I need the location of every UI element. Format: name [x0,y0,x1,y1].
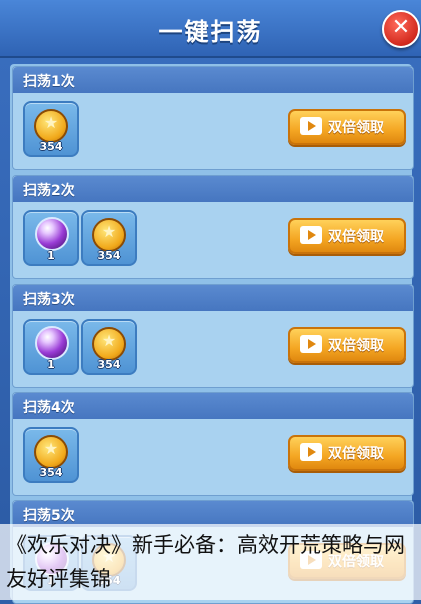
sweep-card-3: 扫荡3次 1 ★ 354 双倍领取 [12,284,414,388]
reward-item-coin[interactable]: ★ 354 [23,101,79,157]
gold-coin-icon: ★ [92,327,126,361]
reward-item-orb[interactable]: 1 [23,319,79,375]
item-quantity: 1 [47,249,55,262]
reward-item-coin[interactable]: ★ 354 [23,427,79,483]
reward-item-coin[interactable]: ★ 354 [81,210,137,266]
card-header: 扫荡3次 [13,285,413,311]
gold-coin-icon: ★ [34,109,68,143]
gold-coin-icon: ★ [92,218,126,252]
sweep-card-1: 扫荡1次 ★ 354 双倍领取 [12,66,414,170]
card-header: 扫荡1次 [13,67,413,93]
item-quantity: 354 [97,358,121,371]
item-quantity: 1 [47,358,55,371]
purple-orb-icon [35,326,69,360]
card-header: 扫荡2次 [13,176,413,202]
card-title: 扫荡3次 [23,292,75,308]
gold-coin-icon: ★ [34,435,68,469]
double-claim-button[interactable]: 双倍领取 [288,435,406,471]
video-play-icon [300,443,322,461]
item-quantity: 354 [39,466,63,479]
close-icon: ✕ [391,15,411,40]
card-title: 扫荡1次 [23,74,75,90]
double-claim-label: 双倍领取 [328,120,384,136]
sweep-card-2: 扫荡2次 1 ★ 354 双倍领取 [12,175,414,279]
card-header: 扫荡4次 [13,393,413,419]
video-play-icon [300,226,322,244]
card-title: 扫荡2次 [23,183,75,199]
purple-orb-icon [35,217,69,251]
double-claim-button[interactable]: 双倍领取 [288,109,406,145]
card-title: 扫荡4次 [23,400,75,416]
item-quantity: 354 [97,249,121,262]
double-claim-button[interactable]: 双倍领取 [288,218,406,254]
sweep-dialog: 一键扫荡 ✕ 扫荡1次 ★ 354 双倍领取 扫荡2次 1 ★ 354 双倍领取… [0,0,421,604]
card-title: 扫荡5次 [23,508,75,524]
double-claim-label: 双倍领取 [328,338,384,354]
double-claim-button[interactable]: 双倍领取 [288,327,406,363]
caption-text: 《欢乐对决》新手必备：高效开荒策略与网友好评集锦 [6,533,405,591]
close-button[interactable]: ✕ [382,10,420,48]
double-claim-label: 双倍领取 [328,446,384,462]
dialog-header: 一键扫荡 ✕ [0,0,421,58]
reward-item-orb[interactable]: 1 [23,210,79,266]
caption-overlay: 《欢乐对决》新手必备：高效开荒策略与网友好评集锦 [0,524,421,600]
item-quantity: 354 [39,140,63,153]
dialog-title: 一键扫荡 [158,18,263,46]
double-claim-label: 双倍领取 [328,229,384,245]
sweep-card-4: 扫荡4次 ★ 354 双倍领取 [12,392,414,496]
video-play-icon [300,117,322,135]
video-play-icon [300,335,322,353]
reward-item-coin[interactable]: ★ 354 [81,319,137,375]
